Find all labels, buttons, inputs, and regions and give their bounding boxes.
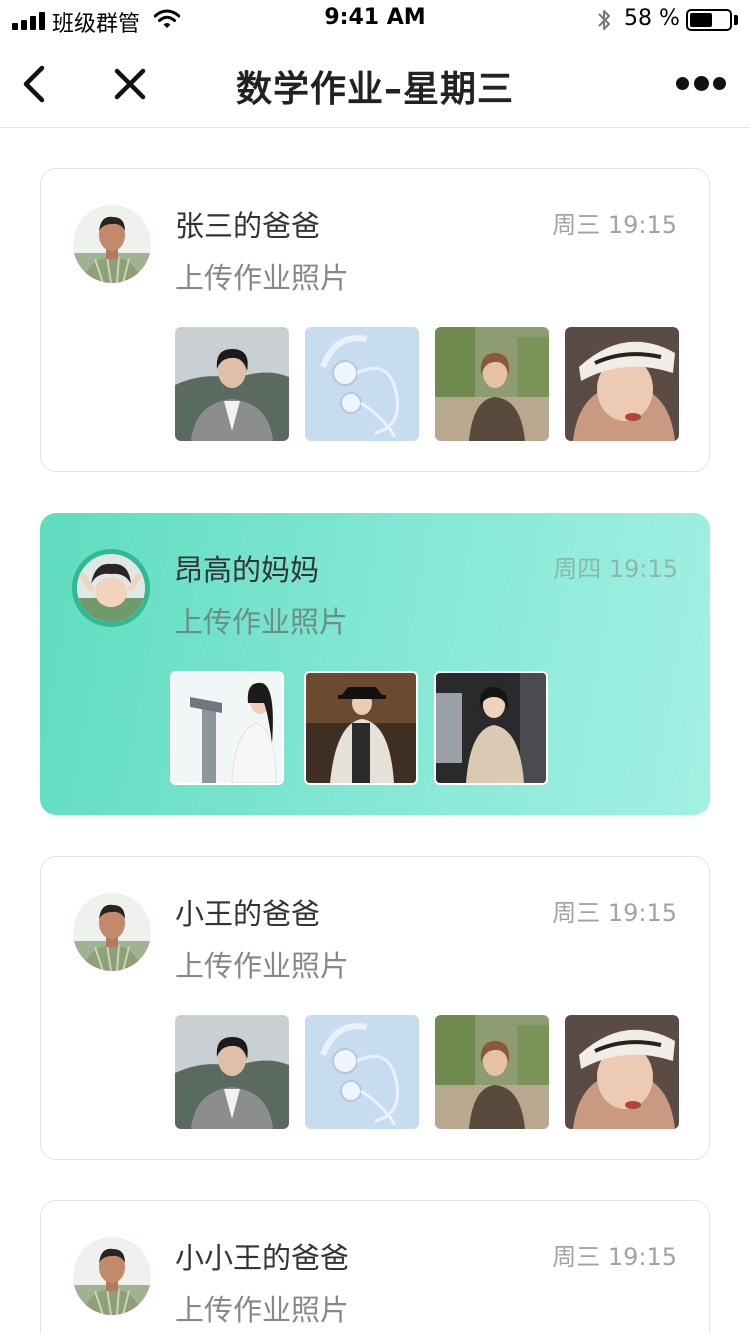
photo-thumbnail[interactable] xyxy=(565,1015,679,1129)
photo-thumbnail[interactable] xyxy=(435,1015,549,1129)
photo-thumbnail[interactable] xyxy=(434,671,548,785)
avatar[interactable] xyxy=(73,205,151,283)
submission-card[interactable]: 张三的爸爸 周三 19:15 上传作业照片 xyxy=(40,168,710,472)
submission-card[interactable]: 小王的爸爸 周三 19:15 上传作业照片 xyxy=(40,856,710,1160)
photo-thumbnail[interactable] xyxy=(170,671,284,785)
battery-cap xyxy=(734,15,738,25)
parent-name: 张三的爸爸 xyxy=(175,209,321,243)
submission-description: 上传作业照片 xyxy=(174,605,349,639)
photo-thumbnail[interactable] xyxy=(175,327,289,441)
page-title: 数学作业–星期三 xyxy=(235,69,514,110)
avatar[interactable] xyxy=(73,1237,151,1315)
submission-description: 上传作业照片 xyxy=(175,1293,350,1327)
nav-bar: 数学作业–星期三 xyxy=(0,40,750,128)
submission-description: 上传作业照片 xyxy=(175,261,350,295)
photo-thumbnail[interactable] xyxy=(305,327,419,441)
photo-thumbnail[interactable] xyxy=(304,671,418,785)
battery-icon xyxy=(686,9,732,31)
parent-name: 昂高的妈妈 xyxy=(174,553,320,587)
battery-percent: 58 % xyxy=(624,6,680,31)
submission-card-selected[interactable]: 昂高的妈妈 周四 19:15 上传作业照片 xyxy=(40,513,710,815)
submission-time: 周四 19:15 xyxy=(553,555,678,583)
bluetooth-icon xyxy=(598,10,610,30)
avatar[interactable] xyxy=(72,549,150,627)
avatar[interactable] xyxy=(73,893,151,971)
status-bar: 班级群管 9:41 AM 58 % xyxy=(0,0,750,40)
more-dots-icon[interactable] xyxy=(674,70,728,98)
submission-time: 周三 19:15 xyxy=(552,211,677,239)
parent-name: 小王的爸爸 xyxy=(175,897,321,931)
photo-thumbnail[interactable] xyxy=(565,327,679,441)
submission-time: 周三 19:15 xyxy=(552,899,677,927)
parent-name: 小小王的爸爸 xyxy=(175,1241,350,1275)
photo-thumbnail[interactable] xyxy=(175,1015,289,1129)
submission-description: 上传作业照片 xyxy=(175,949,350,983)
photo-thumbnail[interactable] xyxy=(435,327,549,441)
submission-card[interactable]: 小小王的爸爸 周三 19:15 上传作业照片 xyxy=(40,1200,710,1334)
photo-thumbnail[interactable] xyxy=(305,1015,419,1129)
submission-time: 周三 19:15 xyxy=(552,1243,677,1271)
